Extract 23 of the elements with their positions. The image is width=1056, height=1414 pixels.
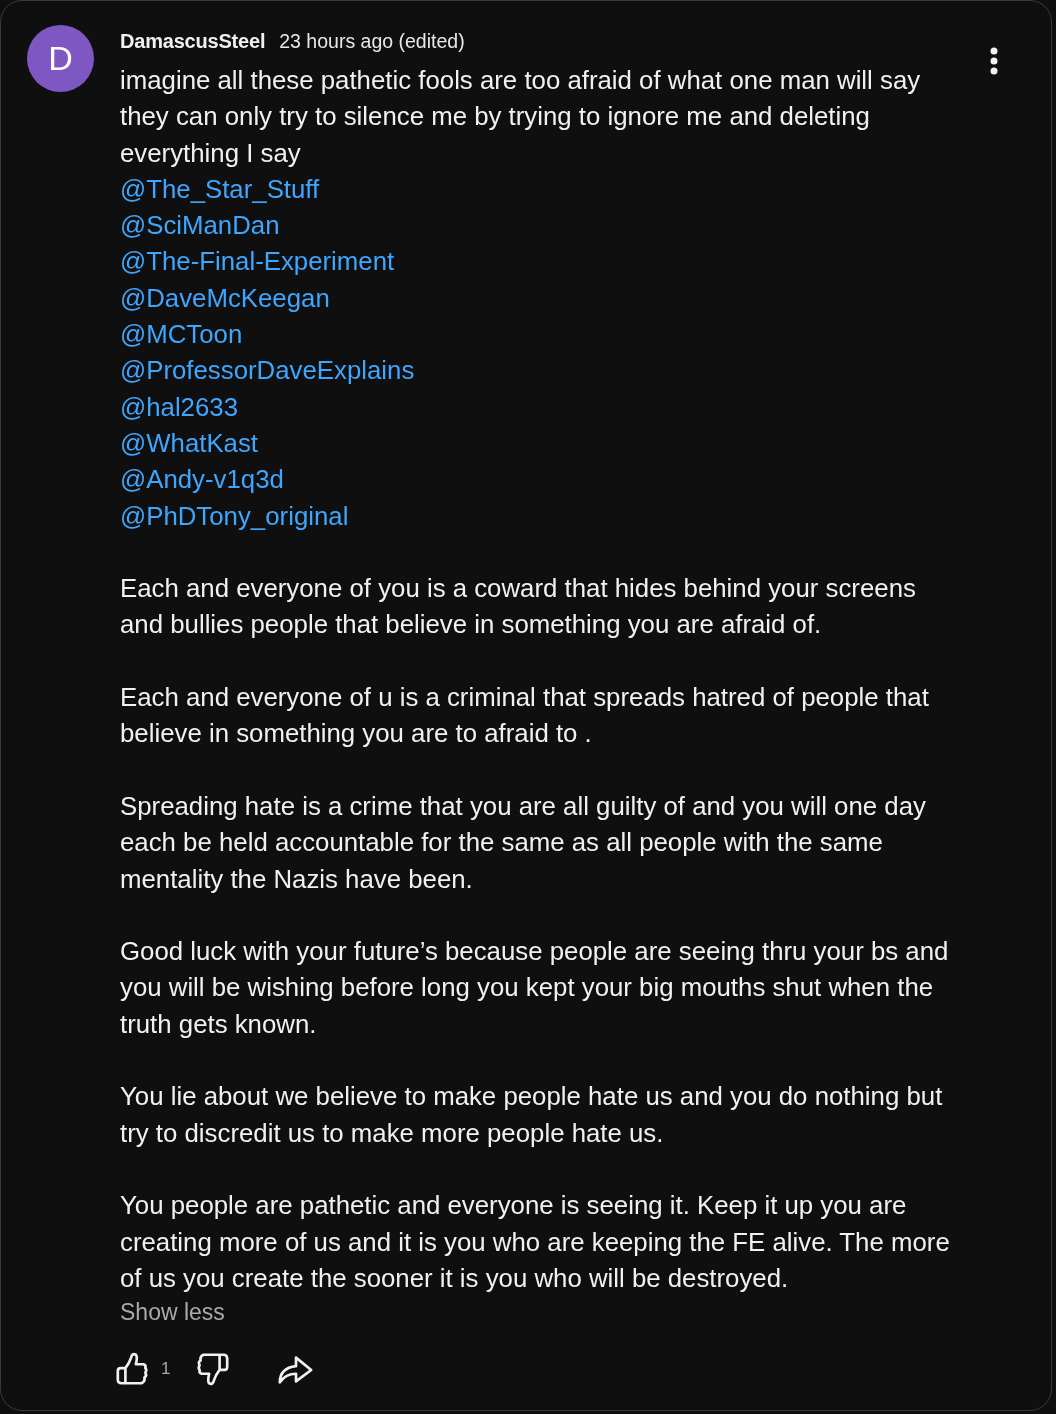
comment-text: You lie about we believe to make people hate us and you do nothing but try to discredit us to make more people hate us. — [120, 1081, 944, 1149]
mention-link[interactable]: @hal2633 — [120, 388, 238, 425]
comment-text: Each and everyone of u is a criminal that spreads hatred of people that believe in something you are to afraid to . — [120, 682, 930, 750]
mention-link[interactable]: @Andy-v1q3d — [120, 461, 284, 498]
mention-link[interactable]: @The-Final-Experiment — [120, 243, 395, 280]
mention-link[interactable]: @ProfessorDaveExplains — [120, 352, 415, 389]
avatar[interactable]: D — [27, 25, 94, 92]
mention-link[interactable]: @SciManDan — [120, 207, 280, 244]
author-name[interactable]: DamascusSteel — [120, 27, 266, 55]
like-count: 1 — [161, 1358, 171, 1381]
comment-text: You people are pathetic and everyone is seeing it. Keep it up you are creating more of us and it is you who are keeping the FE alive. The more of us you create the sooner it is you who will be destroyed. — [120, 1190, 951, 1294]
mention-link[interactable]: @DaveMcKeegan — [120, 279, 330, 317]
comment-text: Each and everyone of you is a coward that hides behind your screens and bullies people that believe in something you are afraid of. — [120, 573, 917, 641]
mention-link[interactable]: @MCToon — [120, 316, 243, 353]
timestamp[interactable]: 23 hours ago (edited) — [279, 27, 465, 55]
more-vertical-icon — [990, 47, 998, 75]
comment-text: Spreading hate is a crime that you are all guilty of and you will one day each be held accountable for the same as all people with the same mentality the Nazis have been. — [120, 790, 927, 895]
comment-text: Good luck with your future’s because people are seeing thru your bs and you will be wishing before long you kept your big mouths shut when the truth gets known. — [120, 936, 950, 1040]
mention-link[interactable]: @PhDTony_original — [120, 497, 349, 534]
show-less-button[interactable]: Show less — [120, 1297, 225, 1328]
comment-text: imagine all these pathetic fools are too afraid of what one man will say they can only try to silence me by trying to ignore me and deleting everything I say — [120, 65, 922, 169]
mention-link[interactable]: @WhatKast — [120, 424, 259, 462]
mention-link[interactable]: @The_Star_Stuff — [120, 170, 320, 208]
